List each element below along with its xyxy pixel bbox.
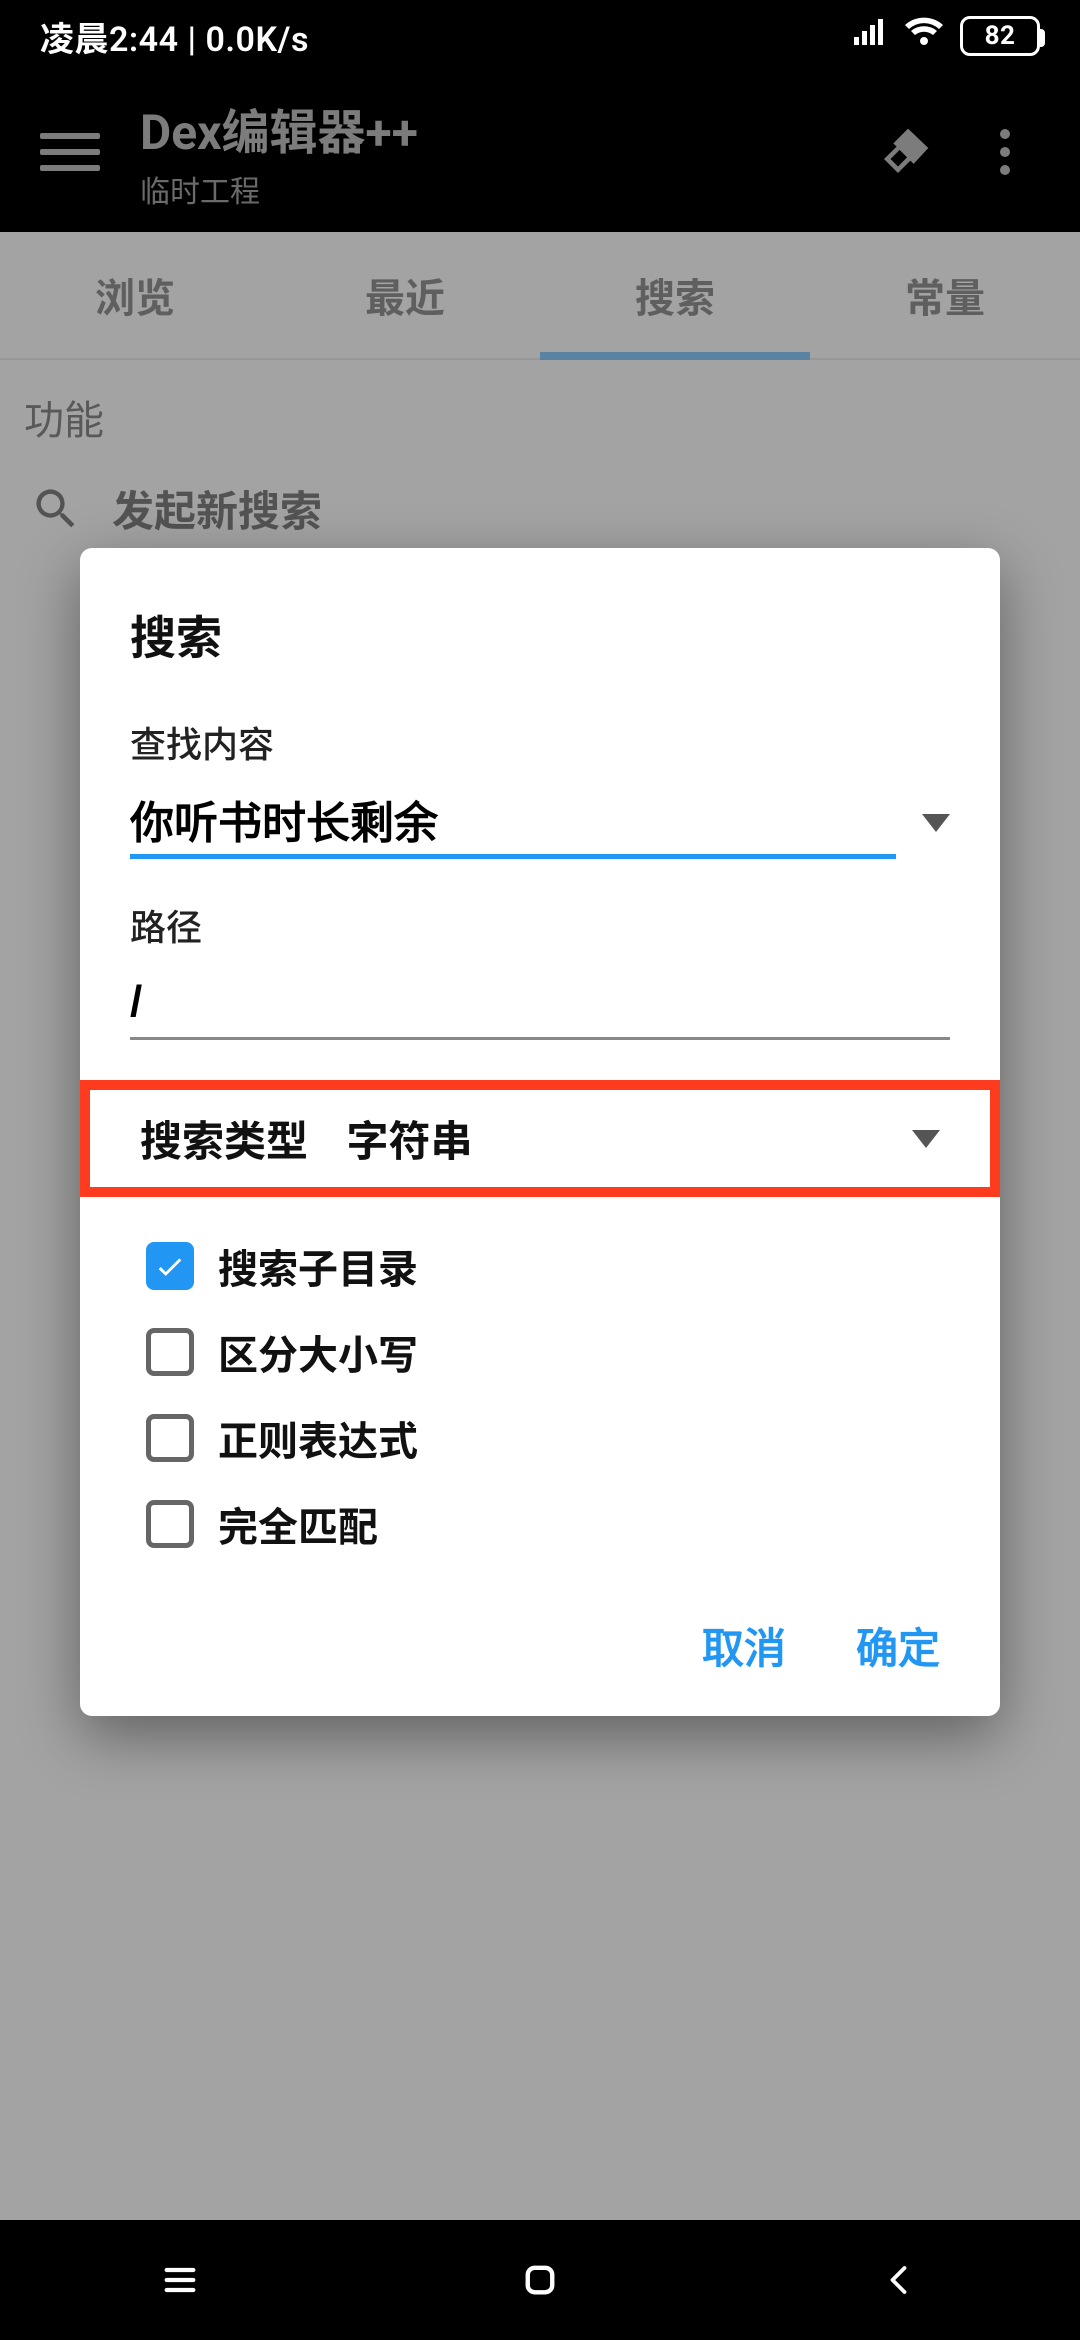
overflow-menu-icon[interactable] [970,117,1040,187]
checkbox-icon [146,1500,194,1548]
nav-home-icon[interactable] [480,2240,600,2320]
checkbox-icon [146,1242,194,1290]
checkbox-icon [146,1414,194,1462]
find-field: 查找内容 [130,716,950,859]
battery-icon: 82 [960,16,1040,56]
check-exact[interactable]: 完全匹配 [130,1481,950,1567]
find-input[interactable] [130,786,896,859]
nav-recent-icon[interactable] [120,2240,240,2320]
app-subtitle: 临时工程 [140,167,840,211]
check-label: 正则表达式 [218,1409,418,1467]
path-field: 路径 [130,899,950,1040]
check-label: 完全匹配 [218,1495,378,1553]
app-toolbar: Dex编辑器++ 临时工程 [0,72,1080,232]
system-nav-bar [0,2220,1080,2340]
check-label: 搜索子目录 [218,1237,418,1295]
check-label: 区分大小写 [218,1323,418,1381]
nav-back-icon[interactable] [840,2240,960,2320]
search-type-value: 字符串 [346,1118,472,1167]
wifi-icon [904,16,944,56]
find-label: 查找内容 [130,716,950,768]
app-title: Dex编辑器++ [140,93,840,163]
check-regex[interactable]: 正则表达式 [130,1395,950,1481]
build-icon[interactable] [870,117,940,187]
path-input[interactable] [130,969,950,1040]
search-type-label: 搜索类型 [140,1118,308,1167]
search-dialog: 搜索 查找内容 路径 搜索类型 字符串 搜索子目录 [80,548,1000,1716]
cellular-signal-icon [852,16,888,56]
checkbox-icon [146,1328,194,1376]
status-time-text: 凌晨2:44 | 0.0K/s [40,12,309,61]
dialog-title: 搜索 [130,602,950,668]
check-subdirs[interactable]: 搜索子目录 [130,1223,950,1309]
ok-button[interactable]: 确定 [856,1615,940,1676]
cancel-button[interactable]: 取消 [702,1615,786,1676]
menu-icon[interactable] [40,122,100,182]
toolbar-title-block: Dex编辑器++ 临时工程 [140,93,840,211]
check-case[interactable]: 区分大小写 [130,1309,950,1395]
dropdown-caret-icon [912,1130,940,1148]
dropdown-caret-icon[interactable] [922,814,950,832]
checkbox-group: 搜索子目录 区分大小写 正则表达式 完全匹配 [130,1223,950,1567]
path-label: 路径 [130,899,950,951]
status-bar: 凌晨2:44 | 0.0K/s 82 [0,0,1080,72]
battery-level: 82 [985,21,1016,51]
search-type-row[interactable]: 搜索类型 字符串 [80,1080,1000,1197]
dialog-actions: 取消 确定 [130,1615,950,1676]
